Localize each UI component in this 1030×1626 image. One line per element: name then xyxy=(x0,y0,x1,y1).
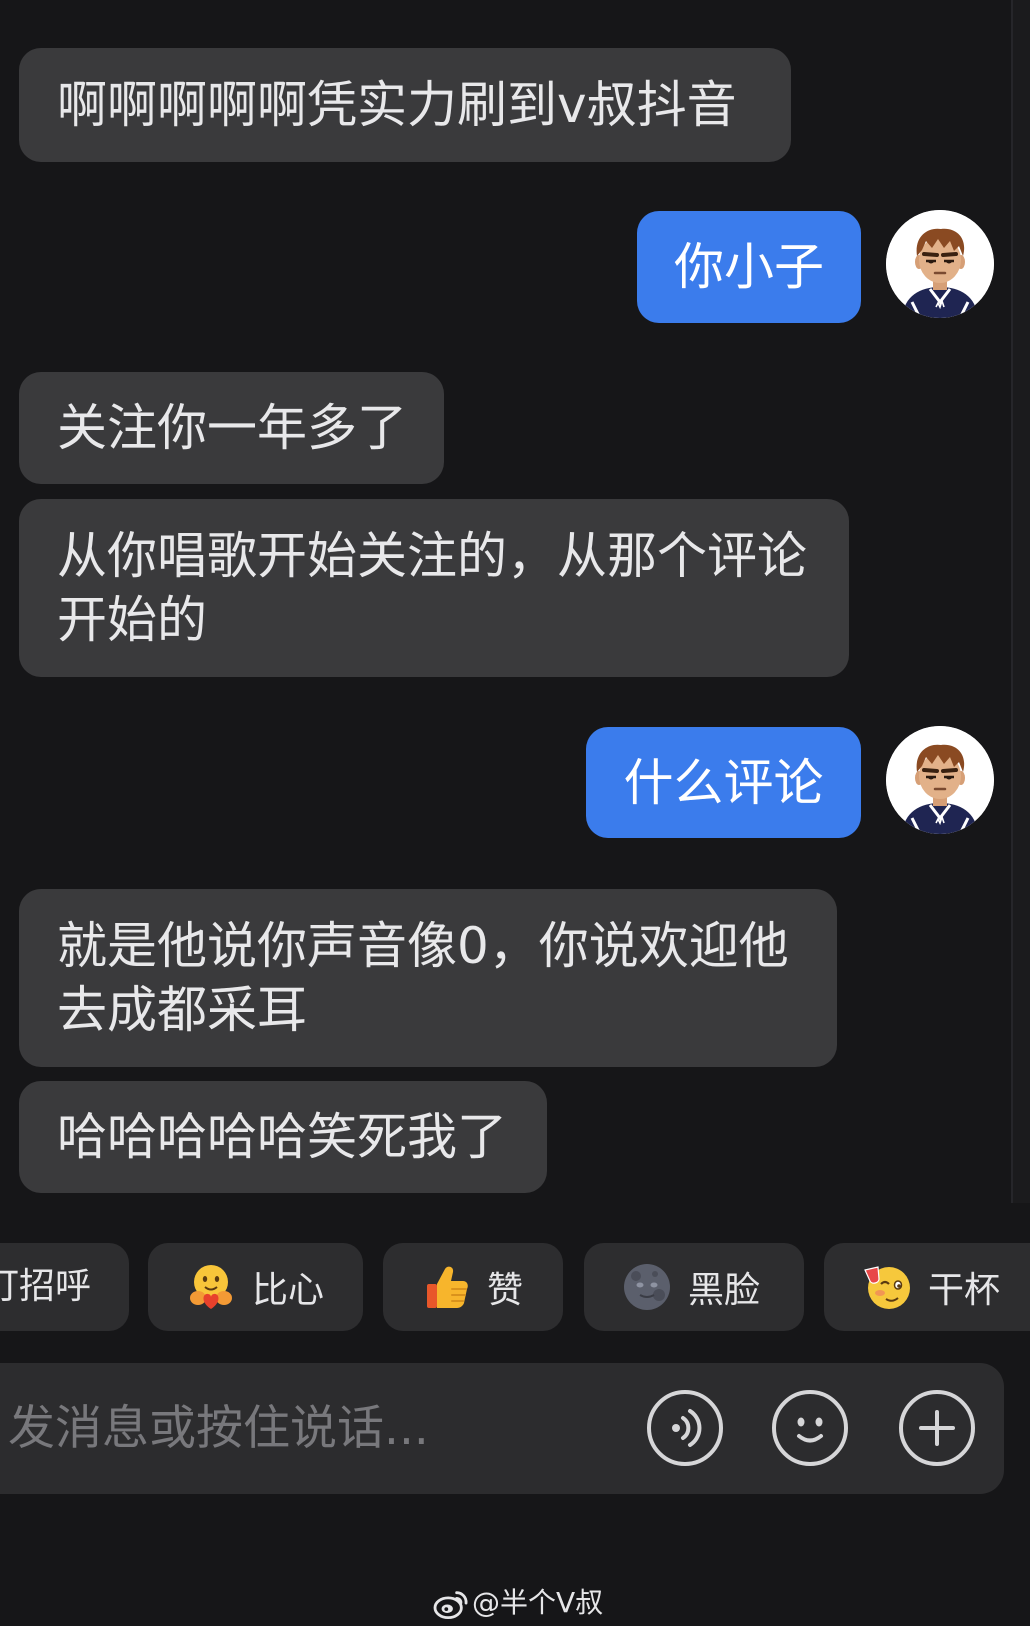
chip-label: 打招呼 xyxy=(0,1266,91,1307)
weibo-icon xyxy=(432,1588,470,1620)
chip-label: 干杯 xyxy=(928,1270,1001,1311)
quick-reply-greet[interactable]: 打招呼 xyxy=(0,1243,129,1331)
thumbs-up-emoji-icon xyxy=(427,1266,468,1308)
emoji-button[interactable] xyxy=(770,1388,850,1468)
message-text-line: 从你唱歌开始关注的，从那个评论 xyxy=(57,527,807,585)
sent-message-bubble: 什么评论 xyxy=(586,727,861,838)
cheers-emoji-icon xyxy=(864,1266,910,1309)
received-message-bubble: 从你唱歌开始关注的，从那个评论 开始的 xyxy=(19,499,849,677)
message-text-line: 开始的 xyxy=(57,591,207,649)
received-message-bubble: 就是他说你声音像0，你说欢迎他 去成都采耳 xyxy=(19,889,837,1067)
quick-reply-cheers[interactable]: 干杯 xyxy=(824,1243,1030,1331)
quick-reply-heart[interactable]: 比心 xyxy=(148,1243,363,1331)
chip-label: 赞 xyxy=(487,1270,524,1311)
voice-button[interactable] xyxy=(645,1388,725,1468)
received-message-bubble: 啊啊啊啊啊凭实力刷到v叔抖音 xyxy=(19,48,791,162)
message-text-line: 去成都采耳 xyxy=(57,981,307,1039)
moon-face-emoji-icon xyxy=(624,1264,670,1310)
cartoon-boy-avatar-icon xyxy=(886,726,994,834)
sent-message-bubble: 你小子 xyxy=(637,211,861,323)
heart-hands-emoji-icon xyxy=(190,1265,232,1309)
more-button[interactable] xyxy=(897,1388,977,1468)
message-text: 什么评论 xyxy=(623,753,824,812)
message-text: 关注你一年多了 xyxy=(57,399,407,457)
message-text: 啊啊啊啊啊凭实力刷到v叔抖音 xyxy=(57,76,737,134)
plus-icon xyxy=(899,1390,975,1466)
voice-icon xyxy=(647,1390,723,1466)
cartoon-boy-avatar-icon xyxy=(886,210,994,318)
emoji-icon xyxy=(772,1390,848,1466)
message-text: 哈哈哈哈哈笑死我了 xyxy=(57,1108,507,1166)
chip-label: 比心 xyxy=(252,1270,325,1311)
received-message-bubble: 哈哈哈哈哈笑死我了 xyxy=(19,1081,547,1193)
scrollbar-track xyxy=(1011,0,1030,1203)
quick-reply-dark-face[interactable]: 黑脸 xyxy=(584,1243,804,1331)
message-text-line: 就是他说你声音像0，你说欢迎他 xyxy=(57,917,789,975)
message-composer xyxy=(0,1363,1004,1494)
chip-label: 黑脸 xyxy=(688,1270,761,1311)
received-message-bubble: 关注你一年多了 xyxy=(19,372,444,484)
message-input[interactable] xyxy=(8,1363,608,1494)
message-text: 你小子 xyxy=(674,238,824,296)
avatar[interactable] xyxy=(886,210,994,318)
avatar[interactable] xyxy=(886,726,994,834)
watermark-text: @半个V叔 xyxy=(472,1586,604,1619)
quick-reply-like[interactable]: 赞 xyxy=(383,1243,563,1331)
